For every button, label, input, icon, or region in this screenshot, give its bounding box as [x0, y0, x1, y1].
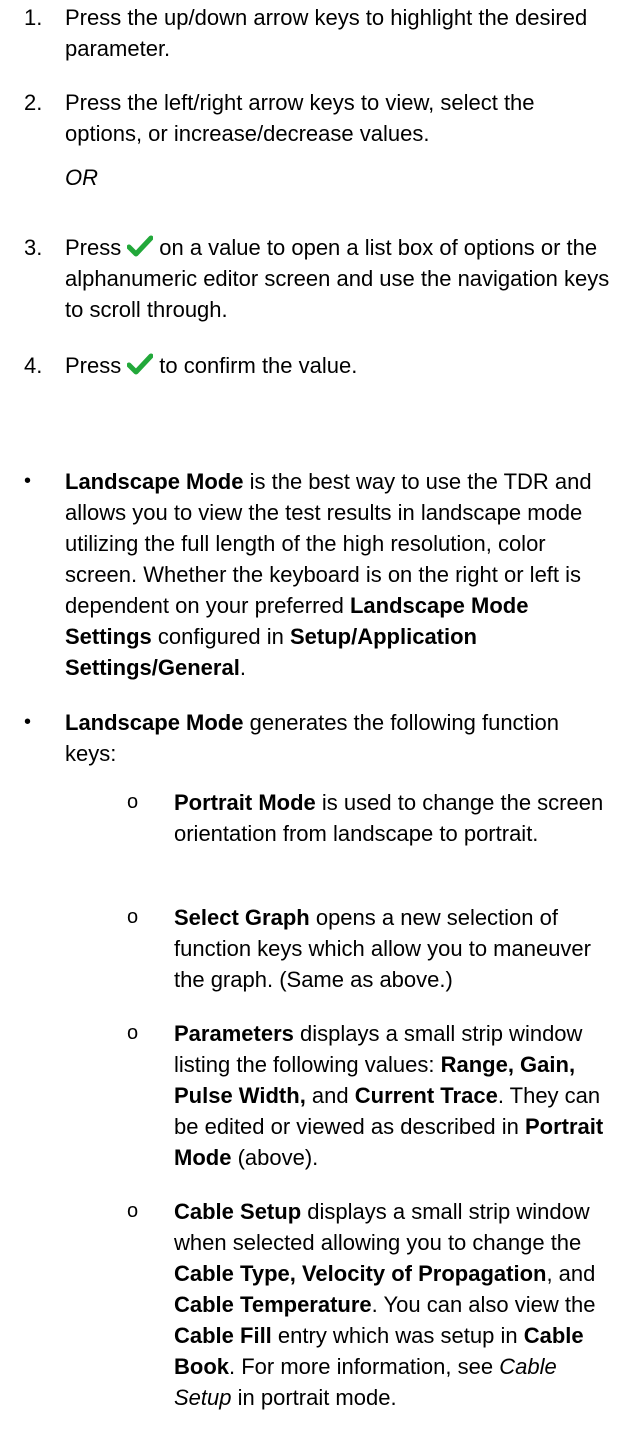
sub-bullet: o [127, 1022, 139, 1044]
sub-bullet: o [127, 791, 139, 813]
text-run: entry which was setup in [271, 1323, 524, 1348]
or-separator: OR [65, 165, 98, 190]
subitem-text: Select Graph opens a new selection of fu… [174, 902, 614, 995]
step-number: 1. [24, 5, 43, 30]
text-run: in portrait mode. [231, 1385, 397, 1410]
bold-term: Current Trace [354, 1083, 498, 1108]
sub-bullet: o [127, 906, 139, 928]
step-number: 2. [24, 90, 43, 115]
step-text: Press the left/right arrow keys to view,… [65, 90, 535, 146]
step-text: Press on a value to open a list box of op… [65, 232, 610, 325]
bold-term: Landscape Mode [65, 469, 244, 494]
bullet-dot: • [24, 711, 32, 733]
bold-term: Cable Fill [174, 1323, 272, 1348]
step-text-post: to confirm the value. [159, 353, 358, 378]
bold-term: Parameters [174, 1021, 294, 1046]
text-run: , and [546, 1261, 596, 1286]
sub-bullet: o [127, 1200, 139, 1222]
step-text-pre: Press [65, 353, 122, 378]
step-number: 4. [24, 353, 43, 378]
subitem-text: Portrait Mode is used to change the scre… [174, 787, 614, 849]
subitem-text: Parameters displays a small strip window… [174, 1018, 614, 1173]
text-run: . [239, 655, 246, 680]
bold-term: Cable Temperature [174, 1292, 372, 1317]
step-text: Press the up/down arrow keys to highligh… [65, 5, 588, 61]
step-text-pre: Press [65, 235, 122, 260]
bullet-text: Landscape Mode generates the following f… [65, 707, 610, 769]
text-run: configured in [151, 624, 290, 649]
text-run: and [305, 1083, 355, 1108]
text-run: (above). [231, 1145, 319, 1170]
bold-term: Portrait Mode [174, 790, 316, 815]
bold-term: Cable Type, Velocity of Propagation [174, 1261, 547, 1286]
bold-term: Landscape Mode [65, 710, 244, 735]
step-number: 3. [24, 235, 43, 260]
checkmark-icon [127, 235, 154, 257]
bold-term: Cable Setup [174, 1199, 302, 1224]
bold-term: Select Graph [174, 905, 310, 930]
checkmark-icon [127, 353, 154, 375]
bullet-dot: • [24, 470, 32, 492]
text-run: . You can also view the [371, 1292, 596, 1317]
bullet-text: Landscape Mode is the best way to use th… [65, 466, 610, 683]
subitem-text: Cable Setup displays a small strip windo… [174, 1196, 614, 1413]
step-text: Press to confirm the value. [65, 350, 610, 381]
document-page: 1. Press the up/down arrow keys to highl… [0, 0, 624, 1435]
text-run: . For more information, see [229, 1354, 500, 1379]
